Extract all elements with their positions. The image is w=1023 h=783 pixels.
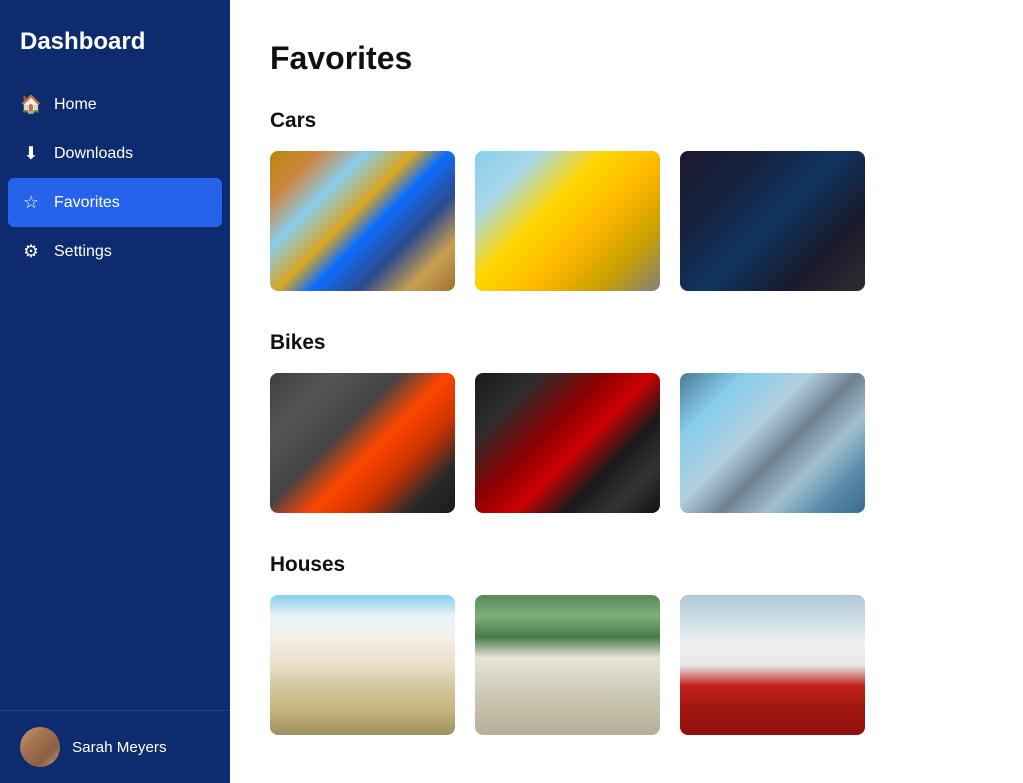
avatar xyxy=(20,727,60,767)
cars-section: Cars xyxy=(270,109,983,291)
sidebar-item-home[interactable]: 🏠 Home xyxy=(0,80,230,129)
home-icon: 🏠 xyxy=(20,94,42,115)
page-title: Favorites xyxy=(270,40,983,77)
bikes-grid xyxy=(270,373,983,513)
house-image-2[interactable] xyxy=(475,595,660,735)
bike-image-1[interactable] xyxy=(270,373,455,513)
sidebar-nav: 🏠 Home ⬇ Downloads ☆ Favorites ⚙ Setting… xyxy=(0,80,230,276)
sidebar-title: Dashboard xyxy=(0,0,230,80)
house-image-1[interactable] xyxy=(270,595,455,735)
sidebar-item-favorites[interactable]: ☆ Favorites xyxy=(8,178,222,227)
car-image-2[interactable] xyxy=(475,151,660,291)
user-name: Sarah Meyers xyxy=(72,739,167,756)
sidebar-item-settings[interactable]: ⚙ Settings xyxy=(0,227,230,276)
sidebar-item-settings-label: Settings xyxy=(54,243,112,261)
car-image-1[interactable] xyxy=(270,151,455,291)
sidebar-item-favorites-label: Favorites xyxy=(54,194,120,212)
downloads-icon: ⬇ xyxy=(20,143,42,164)
bikes-section-title: Bikes xyxy=(270,331,983,355)
main-content: Favorites Cars Bikes Houses xyxy=(230,0,1023,783)
houses-section: Houses xyxy=(270,553,983,735)
sidebar-item-home-label: Home xyxy=(54,96,97,114)
sidebar: Dashboard 🏠 Home ⬇ Downloads ☆ Favorites… xyxy=(0,0,230,783)
house-image-3[interactable] xyxy=(680,595,865,735)
bikes-section: Bikes xyxy=(270,331,983,513)
sidebar-item-downloads[interactable]: ⬇ Downloads xyxy=(0,129,230,178)
cars-section-title: Cars xyxy=(270,109,983,133)
settings-icon: ⚙ xyxy=(20,241,42,262)
favorites-icon: ☆ xyxy=(20,192,42,213)
bike-image-2[interactable] xyxy=(475,373,660,513)
houses-section-title: Houses xyxy=(270,553,983,577)
avatar-image xyxy=(20,727,60,767)
cars-grid xyxy=(270,151,983,291)
sidebar-spacer xyxy=(0,276,230,710)
houses-grid xyxy=(270,595,983,735)
user-section: Sarah Meyers xyxy=(0,710,230,783)
bike-image-3[interactable] xyxy=(680,373,865,513)
car-image-3[interactable] xyxy=(680,151,865,291)
sidebar-item-downloads-label: Downloads xyxy=(54,145,133,163)
